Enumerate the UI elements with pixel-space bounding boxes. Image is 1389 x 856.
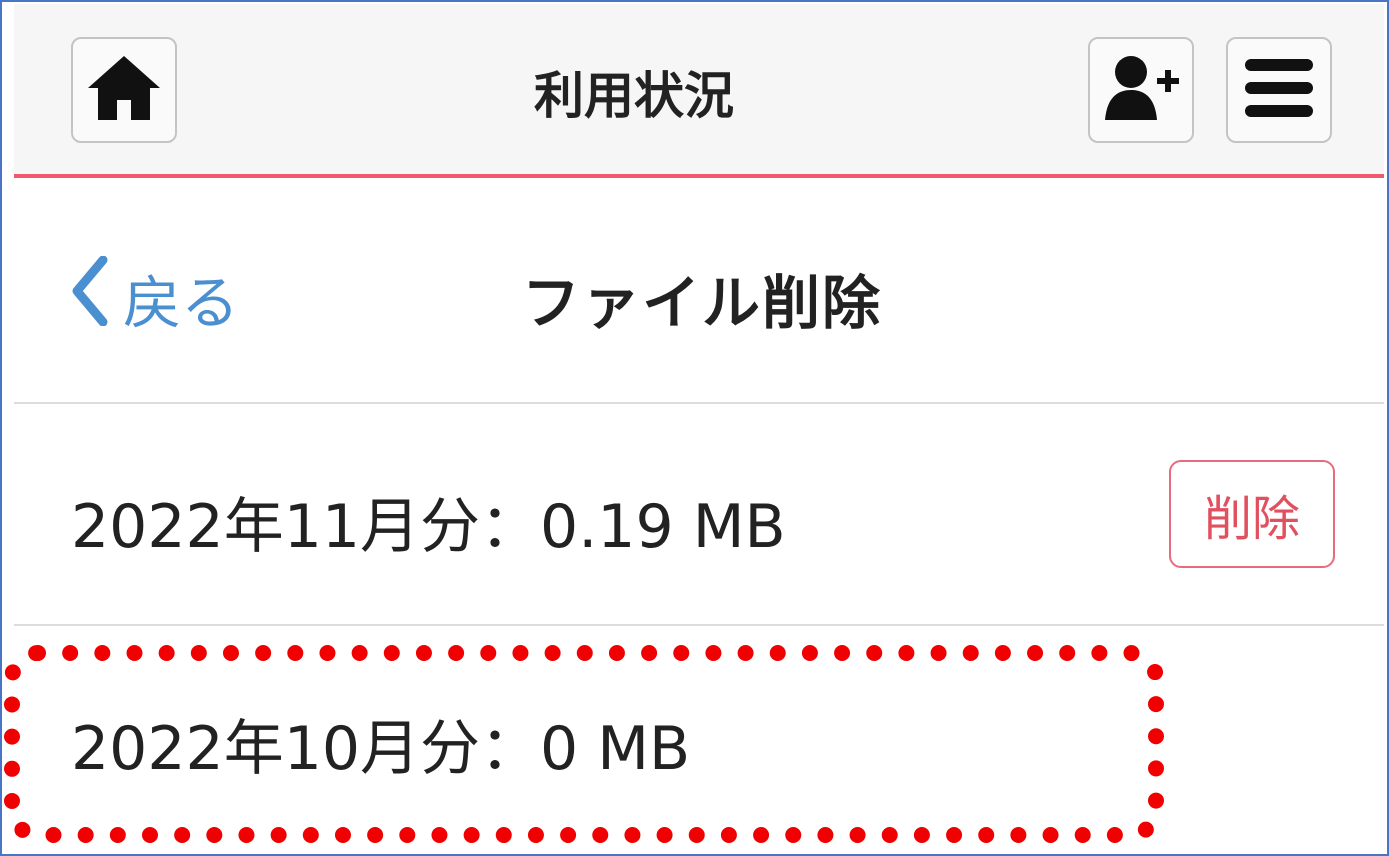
page-title: ファイル削除: [522, 269, 883, 337]
back-label: 戻る: [123, 269, 240, 337]
header-title: 利用状況: [534, 67, 734, 125]
delete-button[interactable]: 削除: [1169, 460, 1335, 568]
add-user-icon: [1101, 52, 1181, 128]
list-item: 2022年11月分：0.19 MB 削除: [14, 404, 1384, 626]
menu-button[interactable]: [1226, 37, 1332, 143]
hamburger-menu-icon: [1243, 55, 1315, 125]
navigation-row: 戻る ファイル削除: [14, 178, 1384, 404]
file-usage-label: 2022年11月分：0.19 MB: [71, 492, 786, 562]
header-bar: 利用状況: [14, 4, 1384, 178]
chevron-left-icon: [69, 255, 123, 340]
back-link[interactable]: 戻る: [69, 255, 240, 340]
highlight-annotation: [4, 645, 1164, 843]
add-user-button[interactable]: [1088, 37, 1194, 143]
